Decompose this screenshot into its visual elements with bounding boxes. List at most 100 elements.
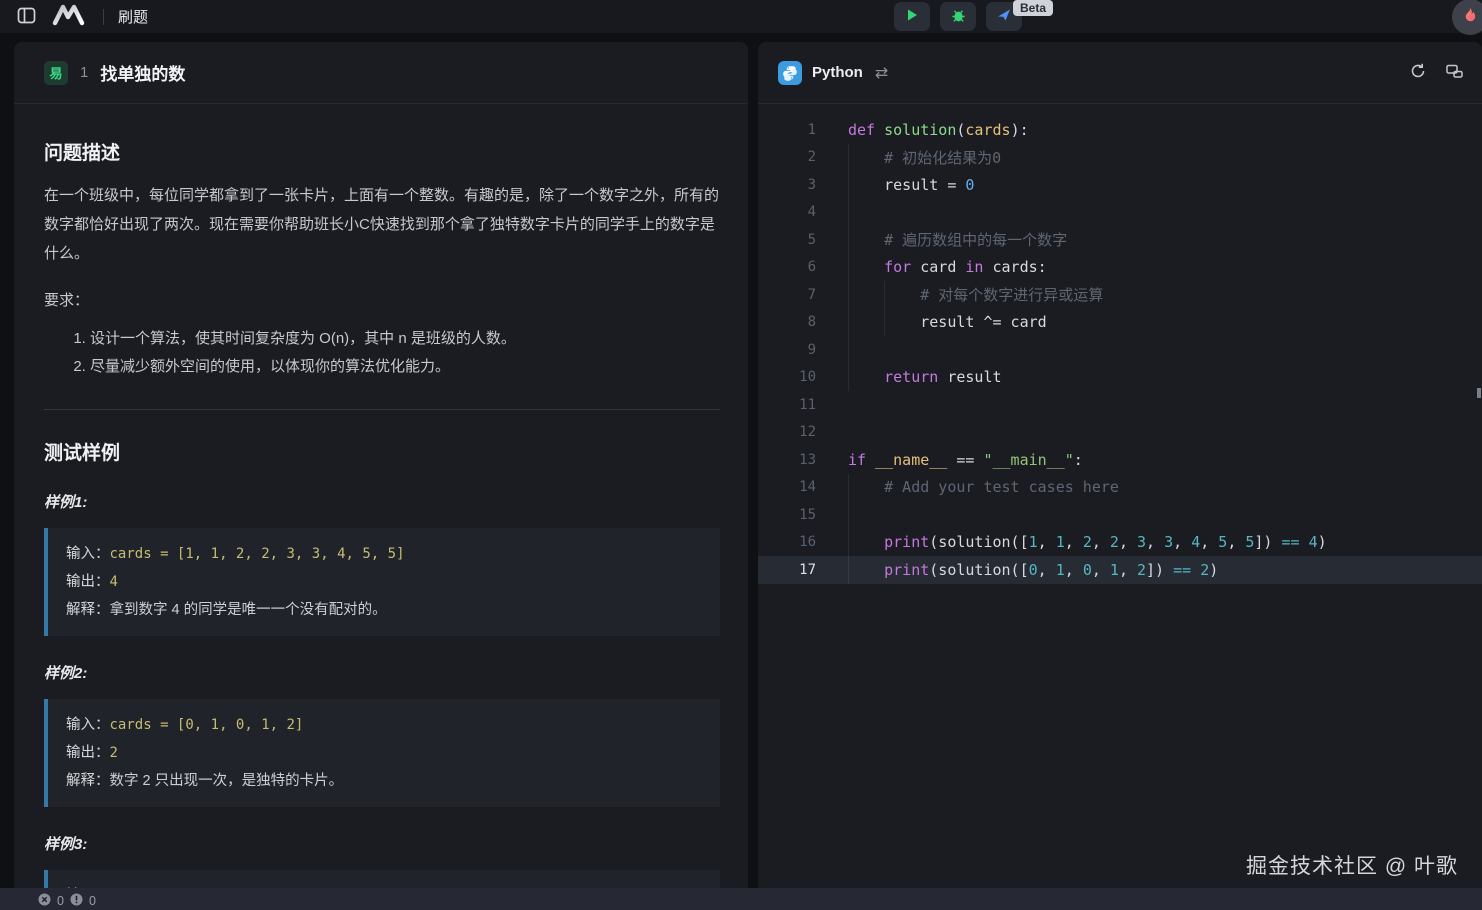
problem-body: 问题描述 在一个班级中，每位同学都拿到了一张卡片，上面有一个整数。有趣的是，除了… — [14, 138, 748, 888]
watermark-text: 掘金技术社区 @ 叶歌 — [1246, 850, 1458, 880]
problems-indicator[interactable]: 0 0 — [38, 893, 96, 909]
requirements-list: 设计一个算法，使其时间复杂度为 O(n)，其中 n 是班级的人数。尽量减少额外空… — [44, 325, 720, 381]
run-button[interactable] — [894, 2, 930, 31]
indent-guide — [848, 364, 849, 392]
line-number: 4 — [758, 204, 816, 220]
open-preview-icon — [1445, 62, 1464, 83]
language-selector[interactable]: Python ⇄ — [778, 61, 888, 85]
input-label: 输入： — [66, 540, 110, 568]
editor-panel: Python ⇄ 1def — [758, 42, 1482, 888]
example-label: 样例3: — [44, 833, 720, 854]
swap-language-icon: ⇄ — [875, 63, 888, 82]
explain-text: 拿到数字 4 的同学是唯一一个没有配对的。 — [110, 596, 387, 624]
requirement-item: 设计一个算法，使其时间复杂度为 O(n)，其中 n 是班级的人数。 — [90, 325, 720, 353]
code-line-content — [816, 199, 1482, 227]
code-line[interactable]: 6 for card in cards: — [758, 254, 1482, 282]
line-number: 16 — [758, 534, 816, 550]
output-label: 输出： — [66, 739, 110, 767]
line-number: 12 — [758, 424, 816, 440]
explain-text: 数字 2 只出现一次，是独特的卡片。 — [110, 767, 344, 795]
explain-label: 解释： — [66, 596, 110, 624]
language-label: Python — [812, 64, 863, 81]
indent-guide — [848, 226, 849, 254]
description-heading: 问题描述 — [44, 138, 720, 165]
line-number: 10 — [758, 369, 816, 385]
app-logo[interactable] — [51, 4, 89, 29]
code-line[interactable]: 11 — [758, 391, 1482, 419]
code-line[interactable]: 7 # 对每个数字进行异或运算 — [758, 281, 1482, 309]
code-line-content: return result — [816, 364, 1482, 392]
code-line[interactable]: 8 result ^= card — [758, 309, 1482, 337]
problem-number: 1 — [80, 64, 88, 81]
code-line[interactable]: 4 — [758, 199, 1482, 227]
indent-guide — [884, 309, 885, 337]
output-code: 4 — [110, 568, 118, 596]
code-line-content — [816, 501, 1482, 529]
marscode-logo-icon — [51, 4, 89, 29]
code-line[interactable]: 10 return result — [758, 364, 1482, 392]
code-line-content: if __name__ == "__main__": — [816, 446, 1482, 474]
example-block: 输入：cards = [1, 1, 2, 2, 3, 3, 4, 5, 5] 输… — [44, 528, 720, 636]
example-input-row: 输入：cards = [1, 1, 2, 2, 3, 3, 4, 5, 5] — [66, 540, 702, 568]
code-line-content: # 遍历数组中的每一个数字 — [816, 226, 1482, 254]
user-avatar[interactable] — [1452, 0, 1482, 35]
line-number: 7 — [758, 287, 816, 303]
code-line[interactable]: 1def solution(cards): — [758, 116, 1482, 144]
code-line-content — [816, 336, 1482, 364]
example-output-row: 输出：2 — [66, 739, 702, 767]
example-block: 输入：cards = [0, 1, 0, 1, 2] 输出：2 解释：数字 2 … — [44, 699, 720, 807]
app-topbar: 刷题 Beta — [0, 0, 1482, 33]
warning-circle-icon — [70, 893, 83, 909]
error-circle-icon — [38, 893, 51, 909]
code-line-content: result ^= card — [816, 309, 1482, 337]
debug-button[interactable] — [940, 2, 976, 31]
line-number: 5 — [758, 232, 816, 248]
code-line[interactable]: 13if __name__ == "__main__": — [758, 446, 1482, 474]
problem-panel: 易 1 找单独的数 问题描述 在一个班级中，每位同学都拿到了一张卡片，上面有一个… — [14, 42, 748, 888]
line-number: 1 — [758, 122, 816, 138]
code-line[interactable]: 3 result = 0 — [758, 171, 1482, 199]
line-number: 6 — [758, 259, 816, 275]
code-line[interactable]: 17 print(solution([0, 1, 0, 1, 2]) == 2) — [758, 556, 1482, 584]
paper-plane-icon — [996, 7, 1012, 26]
line-number: 3 — [758, 177, 816, 193]
example-label: 样例2: — [44, 662, 720, 683]
line-number: 9 — [758, 342, 816, 358]
code-line-content: def solution(cards): — [816, 116, 1482, 144]
line-number: 15 — [758, 507, 816, 523]
code-line[interactable]: 14 # Add your test cases here — [758, 474, 1482, 502]
beta-badge: Beta — [1013, 0, 1053, 16]
example-output-row: 输出：4 — [66, 568, 702, 596]
play-icon — [905, 8, 919, 25]
indent-guide — [848, 199, 849, 227]
code-line-content: # Add your test cases here — [816, 474, 1482, 502]
code-line[interactable]: 9 — [758, 336, 1482, 364]
example-explain-row: 解释：数字 2 只出现一次，是独特的卡片。 — [66, 767, 702, 795]
code-line[interactable]: 5 # 遍历数组中的每一个数字 — [758, 226, 1482, 254]
code-line[interactable]: 2 # 初始化结果为0 — [758, 144, 1482, 172]
examples-container: 样例1: 输入：cards = [1, 1, 2, 2, 3, 3, 4, 5,… — [44, 491, 720, 888]
indent-guide — [848, 474, 849, 502]
code-line[interactable]: 12 — [758, 419, 1482, 447]
description-text: 在一个班级中，每位同学都拿到了一张卡片，上面有一个整数。有趣的是，除了一个数字之… — [44, 181, 720, 268]
open-preview-button[interactable] — [1445, 62, 1464, 83]
refresh-icon — [1409, 62, 1427, 83]
requirements-label: 要求： — [44, 286, 720, 315]
code-line-content: print(solution([1, 1, 2, 2, 3, 3, 4, 5, … — [816, 529, 1482, 557]
code-line-content: print(solution([0, 1, 0, 1, 2]) == 2) — [816, 556, 1482, 584]
line-number: 13 — [758, 452, 816, 468]
sidebar-toggle-button[interactable] — [16, 5, 37, 29]
indent-guide — [848, 501, 849, 529]
example-section: 样例2: 输入：cards = [0, 1, 0, 1, 2] 输出：2 解释：… — [44, 662, 720, 807]
problem-header: 易 1 找单独的数 — [14, 42, 748, 104]
code-editor[interactable]: 1def solution(cards):2 # 初始化结果为03 result… — [758, 104, 1482, 584]
code-line[interactable]: 16 print(solution([1, 1, 2, 2, 3, 3, 4, … — [758, 529, 1482, 557]
scrollbar-marker — [1477, 388, 1481, 398]
reset-code-button[interactable] — [1409, 62, 1427, 83]
code-line[interactable]: 15 — [758, 501, 1482, 529]
indent-guide — [848, 556, 849, 584]
example-section: 样例1: 输入：cards = [1, 1, 2, 2, 3, 3, 4, 5,… — [44, 491, 720, 636]
problem-title: 找单独的数 — [100, 60, 185, 85]
bug-icon — [951, 8, 966, 26]
code-line-content — [816, 391, 1482, 419]
